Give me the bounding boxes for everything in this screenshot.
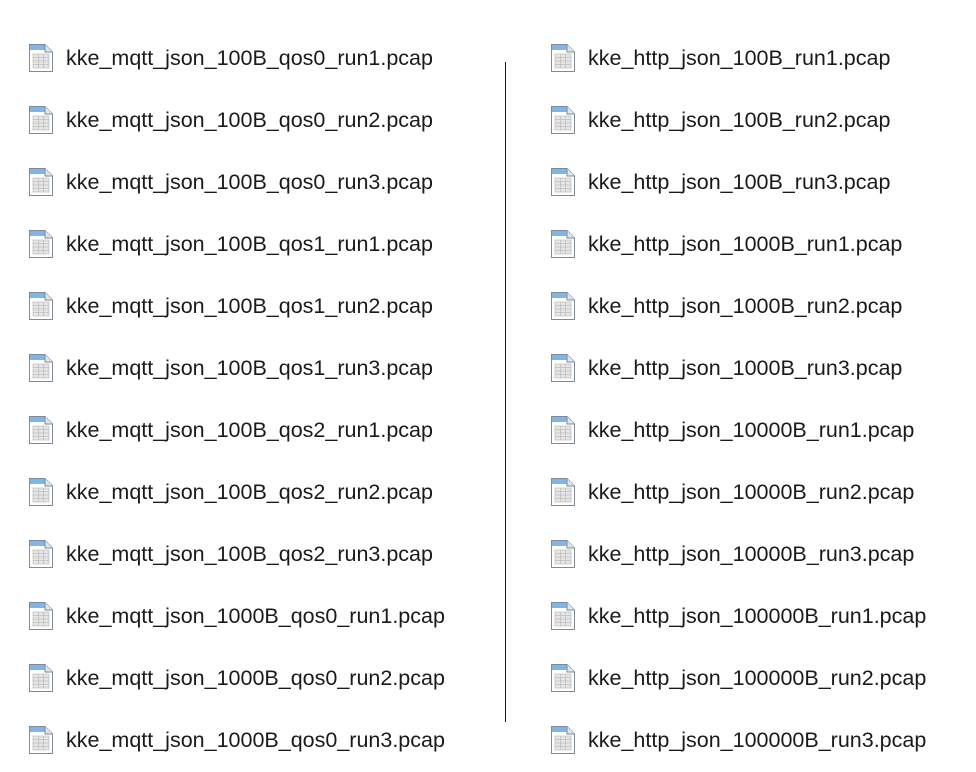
pcap-file-icon <box>551 44 575 72</box>
file-item[interactable]: kke_mqtt_json_100B_qos0_run1.pcap <box>28 27 445 89</box>
pcap-file-icon <box>551 602 575 630</box>
pcap-file-icon <box>29 44 53 72</box>
file-item[interactable]: kke_http_json_100000B_run3.pcap <box>550 709 926 771</box>
file-item[interactable]: kke_http_json_1000B_run3.pcap <box>550 337 926 399</box>
file-item[interactable]: kke_mqtt_json_100B_qos0_run2.pcap <box>28 89 445 151</box>
file-name: kke_mqtt_json_100B_qos0_run3.pcap <box>66 169 433 194</box>
file-name: kke_http_json_100B_run1.pcap <box>588 45 891 70</box>
pcap-file-icon <box>551 106 575 134</box>
file-name: kke_mqtt_json_100B_qos2_run3.pcap <box>66 541 433 566</box>
file-item[interactable]: kke_mqtt_json_1000B_qos0_run3.pcap <box>28 709 445 771</box>
file-name: kke_mqtt_json_1000B_qos0_run3.pcap <box>66 727 445 752</box>
file-item[interactable]: kke_http_json_10000B_run3.pcap <box>550 523 926 585</box>
file-item[interactable]: kke_mqtt_json_1000B_qos0_run1.pcap <box>28 585 445 647</box>
file-name: kke_http_json_100B_run3.pcap <box>588 169 891 194</box>
file-item[interactable]: kke_http_json_10000B_run1.pcap <box>550 399 926 461</box>
pcap-file-icon <box>29 106 53 134</box>
file-name: kke_http_json_100000B_run1.pcap <box>588 603 927 628</box>
file-name: kke_http_json_100000B_run3.pcap <box>588 727 927 752</box>
file-name: kke_http_json_1000B_run2.pcap <box>588 293 903 318</box>
file-name: kke_mqtt_json_1000B_qos0_run1.pcap <box>66 603 445 628</box>
pcap-file-icon <box>551 540 575 568</box>
file-item[interactable]: kke_mqtt_json_100B_qos2_run2.pcap <box>28 461 445 523</box>
file-name: kke_http_json_100000B_run2.pcap <box>588 665 927 690</box>
file-item[interactable]: kke_http_json_100000B_run1.pcap <box>550 585 926 647</box>
file-name: kke_mqtt_json_100B_qos1_run1.pcap <box>66 231 433 256</box>
pcap-file-icon <box>29 354 53 382</box>
pcap-file-icon <box>29 664 53 692</box>
pcap-file-icon <box>551 230 575 258</box>
pcap-file-icon <box>29 726 53 754</box>
file-item[interactable]: kke_http_json_1000B_run1.pcap <box>550 213 926 275</box>
file-item[interactable]: kke_mqtt_json_100B_qos1_run2.pcap <box>28 275 445 337</box>
file-name: kke_mqtt_json_100B_qos0_run1.pcap <box>66 45 433 70</box>
pcap-file-icon <box>551 416 575 444</box>
file-item[interactable]: kke_http_json_100B_run1.pcap <box>550 27 926 89</box>
pcap-file-icon <box>551 168 575 196</box>
pcap-file-icon <box>551 726 575 754</box>
pcap-file-icon <box>29 168 53 196</box>
file-item[interactable]: kke_http_json_100000B_run2.pcap <box>550 647 926 709</box>
file-item[interactable]: kke_mqtt_json_100B_qos2_run1.pcap <box>28 399 445 461</box>
pcap-file-icon <box>551 478 575 506</box>
file-item[interactable]: kke_http_json_100B_run3.pcap <box>550 151 926 213</box>
file-item[interactable]: kke_mqtt_json_100B_qos2_run3.pcap <box>28 523 445 585</box>
file-name: kke_http_json_1000B_run3.pcap <box>588 355 903 380</box>
file-item[interactable]: kke_mqtt_json_100B_qos1_run1.pcap <box>28 213 445 275</box>
file-name: kke_mqtt_json_1000B_qos0_run2.pcap <box>66 665 445 690</box>
pcap-file-icon <box>29 416 53 444</box>
file-name: kke_mqtt_json_100B_qos2_run1.pcap <box>66 417 433 442</box>
file-name: kke_mqtt_json_100B_qos1_run2.pcap <box>66 293 433 318</box>
pcap-file-icon <box>29 230 53 258</box>
file-item[interactable]: kke_http_json_100B_run2.pcap <box>550 89 926 151</box>
file-name: kke_mqtt_json_100B_qos0_run2.pcap <box>66 107 433 132</box>
file-item[interactable]: kke_mqtt_json_100B_qos0_run3.pcap <box>28 151 445 213</box>
file-name: kke_http_json_10000B_run3.pcap <box>588 541 915 566</box>
column-divider <box>505 62 506 722</box>
file-list-left-column: kke_mqtt_json_100B_qos0_run1.pcap kke_mq… <box>28 27 445 771</box>
pcap-file-icon <box>551 292 575 320</box>
file-name: kke_http_json_1000B_run1.pcap <box>588 231 903 256</box>
file-name: kke_mqtt_json_100B_qos1_run3.pcap <box>66 355 433 380</box>
file-name: kke_http_json_10000B_run2.pcap <box>588 479 915 504</box>
pcap-file-icon <box>551 664 575 692</box>
file-explorer-list: { "icon": "pcap-file-icon", "left_column… <box>0 0 976 772</box>
file-item[interactable]: kke_mqtt_json_1000B_qos0_run2.pcap <box>28 647 445 709</box>
file-list-right-column: kke_http_json_100B_run1.pcap kke_http_js… <box>550 27 926 771</box>
file-name: kke_mqtt_json_100B_qos2_run2.pcap <box>66 479 433 504</box>
file-item[interactable]: kke_http_json_10000B_run2.pcap <box>550 461 926 523</box>
pcap-file-icon <box>29 478 53 506</box>
file-item[interactable]: kke_mqtt_json_100B_qos1_run3.pcap <box>28 337 445 399</box>
pcap-file-icon <box>29 602 53 630</box>
pcap-file-icon <box>29 540 53 568</box>
file-name: kke_http_json_10000B_run1.pcap <box>588 417 915 442</box>
pcap-file-icon <box>29 292 53 320</box>
pcap-file-icon <box>551 354 575 382</box>
file-item[interactable]: kke_http_json_1000B_run2.pcap <box>550 275 926 337</box>
file-name: kke_http_json_100B_run2.pcap <box>588 107 891 132</box>
